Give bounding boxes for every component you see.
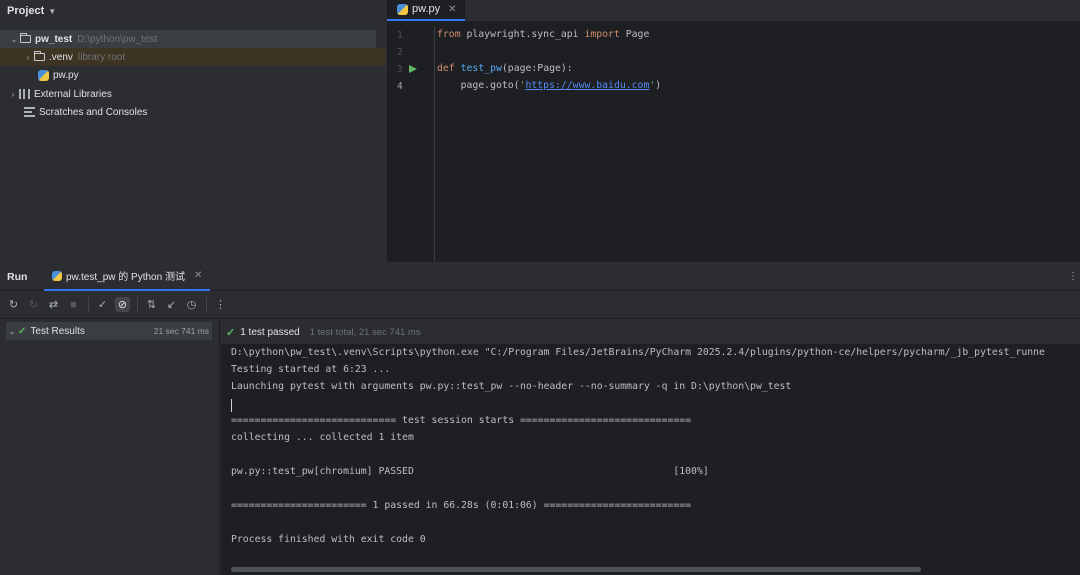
test-results-duration: 21 sec 741 ms	[153, 326, 209, 336]
collapse-arrow-icon[interactable]: ›	[7, 90, 19, 99]
editor-tab-pw-py[interactable]: pw.py ✕	[387, 0, 465, 21]
file-name: pw.py	[53, 69, 79, 81]
expand-arrow-icon[interactable]: ⌄	[8, 35, 20, 44]
console-line: pw.py::test_pw[chromium] PASSED [100%]	[231, 466, 709, 477]
library-icon	[19, 89, 30, 99]
rerun-failed-icon[interactable]: ↻	[26, 297, 41, 312]
code-line-3[interactable]: def test_pw(page:Page):	[437, 63, 573, 74]
external-libraries-label: External Libraries	[34, 88, 112, 100]
console-line: collecting ... collected 1 item	[231, 432, 414, 443]
toolbar-divider	[88, 296, 89, 313]
folder-icon	[34, 51, 45, 61]
editor-tab-label: pw.py	[412, 3, 441, 15]
test-results-label: Test Results	[30, 325, 85, 337]
tree-item-file[interactable]: pw.py	[38, 66, 79, 84]
history-icon[interactable]: ◷	[184, 297, 199, 312]
test-status-bar: ✓ 1 test passed 1 test total, 21 sec 741…	[221, 320, 1080, 344]
more-options-icon[interactable]: ⋮	[1068, 271, 1078, 282]
run-title: Run	[7, 270, 28, 283]
show-passed-icon[interactable]: ✓	[95, 297, 110, 312]
console-line: Process finished with exit code 0	[231, 534, 426, 545]
folder-icon	[20, 33, 31, 43]
sort-icon[interactable]: ⇅	[144, 297, 159, 312]
import-tests-icon[interactable]: ↙	[164, 297, 179, 312]
tree-item-venv[interactable]: › .venv library root	[0, 48, 386, 66]
close-icon[interactable]: ✕	[194, 270, 202, 281]
root-folder-path: D:\python\pw_test	[77, 33, 158, 45]
expand-arrow-icon[interactable]: ⌄	[6, 327, 18, 336]
venv-hint: library root	[77, 51, 126, 63]
toolbar-divider	[137, 296, 138, 313]
show-ignored-icon[interactable]: ⊘	[115, 297, 130, 312]
test-status: 1 test passed	[240, 326, 300, 338]
python-file-icon	[38, 69, 49, 81]
run-test-icon[interactable]	[409, 65, 417, 73]
root-folder-name: pw_test	[35, 33, 73, 45]
line-number: 4	[397, 81, 403, 92]
project-panel: Project ▼ ⌄ pw_test D:\python\pw_test › …	[0, 0, 386, 262]
code-line-1[interactable]: from playwright.sync_api import Page	[437, 29, 649, 40]
console-output[interactable]: ✓ 1 test passed 1 test total, 21 sec 741…	[221, 320, 1080, 575]
console-line: Testing started at 6:23 ...	[231, 364, 391, 375]
tree-item-scratches[interactable]: Scratches and Consoles	[24, 103, 147, 121]
stop-icon[interactable]: ■	[66, 297, 81, 312]
text-cursor	[231, 399, 232, 412]
rerun-icon[interactable]: ↻	[6, 297, 21, 312]
line-number: 2	[397, 47, 403, 58]
console-line: D:\python\pw_test\.venv\Scripts\python.e…	[231, 347, 1045, 358]
run-tab-label: pw.test_pw 的 Python 测试	[66, 272, 185, 283]
collapse-arrow-icon[interactable]: ›	[22, 53, 34, 62]
check-icon: ✓	[226, 326, 236, 339]
line-gutter: 1 2 3 4	[387, 26, 435, 262]
code-editor: pw.py ✕ 1 2 3 4 from playwright.sync_api…	[387, 0, 1080, 262]
run-config-tab[interactable]: pw.test_pw 的 Python 测试 ✕	[44, 263, 211, 291]
scratches-icon	[24, 107, 35, 117]
console-line: Launching pytest with arguments pw.py::t…	[231, 381, 792, 392]
horizontal-scrollbar[interactable]	[231, 567, 921, 572]
close-icon[interactable]: ✕	[448, 4, 456, 15]
python-test-icon	[52, 270, 62, 281]
scratches-label: Scratches and Consoles	[39, 106, 148, 118]
test-status-detail: 1 test total, 21 sec 741 ms	[309, 326, 421, 338]
check-icon: ✓	[18, 325, 27, 337]
console-line: ======================= 1 passed in 66.2…	[231, 500, 692, 511]
project-header[interactable]: Project ▼	[0, 0, 386, 22]
run-panel: Run pw.test_pw 的 Python 测试 ✕ ⋮ ↻ ↻ ⇄ ■ ✓…	[0, 263, 1080, 575]
python-file-icon	[397, 3, 408, 15]
run-header: Run pw.test_pw 的 Python 测试 ✕ ⋮	[0, 263, 1080, 291]
toolbar-divider	[206, 296, 207, 313]
url-link[interactable]: https://www.baidu.com	[525, 80, 649, 91]
editor-tab-bar: pw.py ✕	[387, 0, 1080, 22]
line-number: 1	[397, 30, 403, 41]
code-line-4[interactable]: page.goto('https://www.baidu.com')	[437, 80, 662, 91]
chevron-down-icon[interactable]: ▼	[48, 7, 56, 16]
test-results-tree: ⌄ ✓ Test Results 21 sec 741 ms	[0, 320, 220, 575]
toggle-auto-test-icon[interactable]: ⇄	[46, 297, 61, 312]
more-icon[interactable]: ⋮	[213, 297, 228, 312]
tree-item-external-libraries[interactable]: › External Libraries	[0, 85, 112, 103]
project-title: Project	[7, 5, 45, 17]
console-line: ============================ test sessio…	[231, 415, 692, 426]
test-results-row[interactable]: ⌄ ✓ Test Results 21 sec 741 ms	[6, 322, 212, 340]
run-toolbar: ↻ ↻ ⇄ ■ ✓ ⊘ ⇅ ↙ ◷ ⋮	[0, 291, 1080, 319]
tree-item-root[interactable]: ⌄ pw_test D:\python\pw_test	[0, 30, 376, 48]
venv-name: .venv	[49, 51, 73, 63]
